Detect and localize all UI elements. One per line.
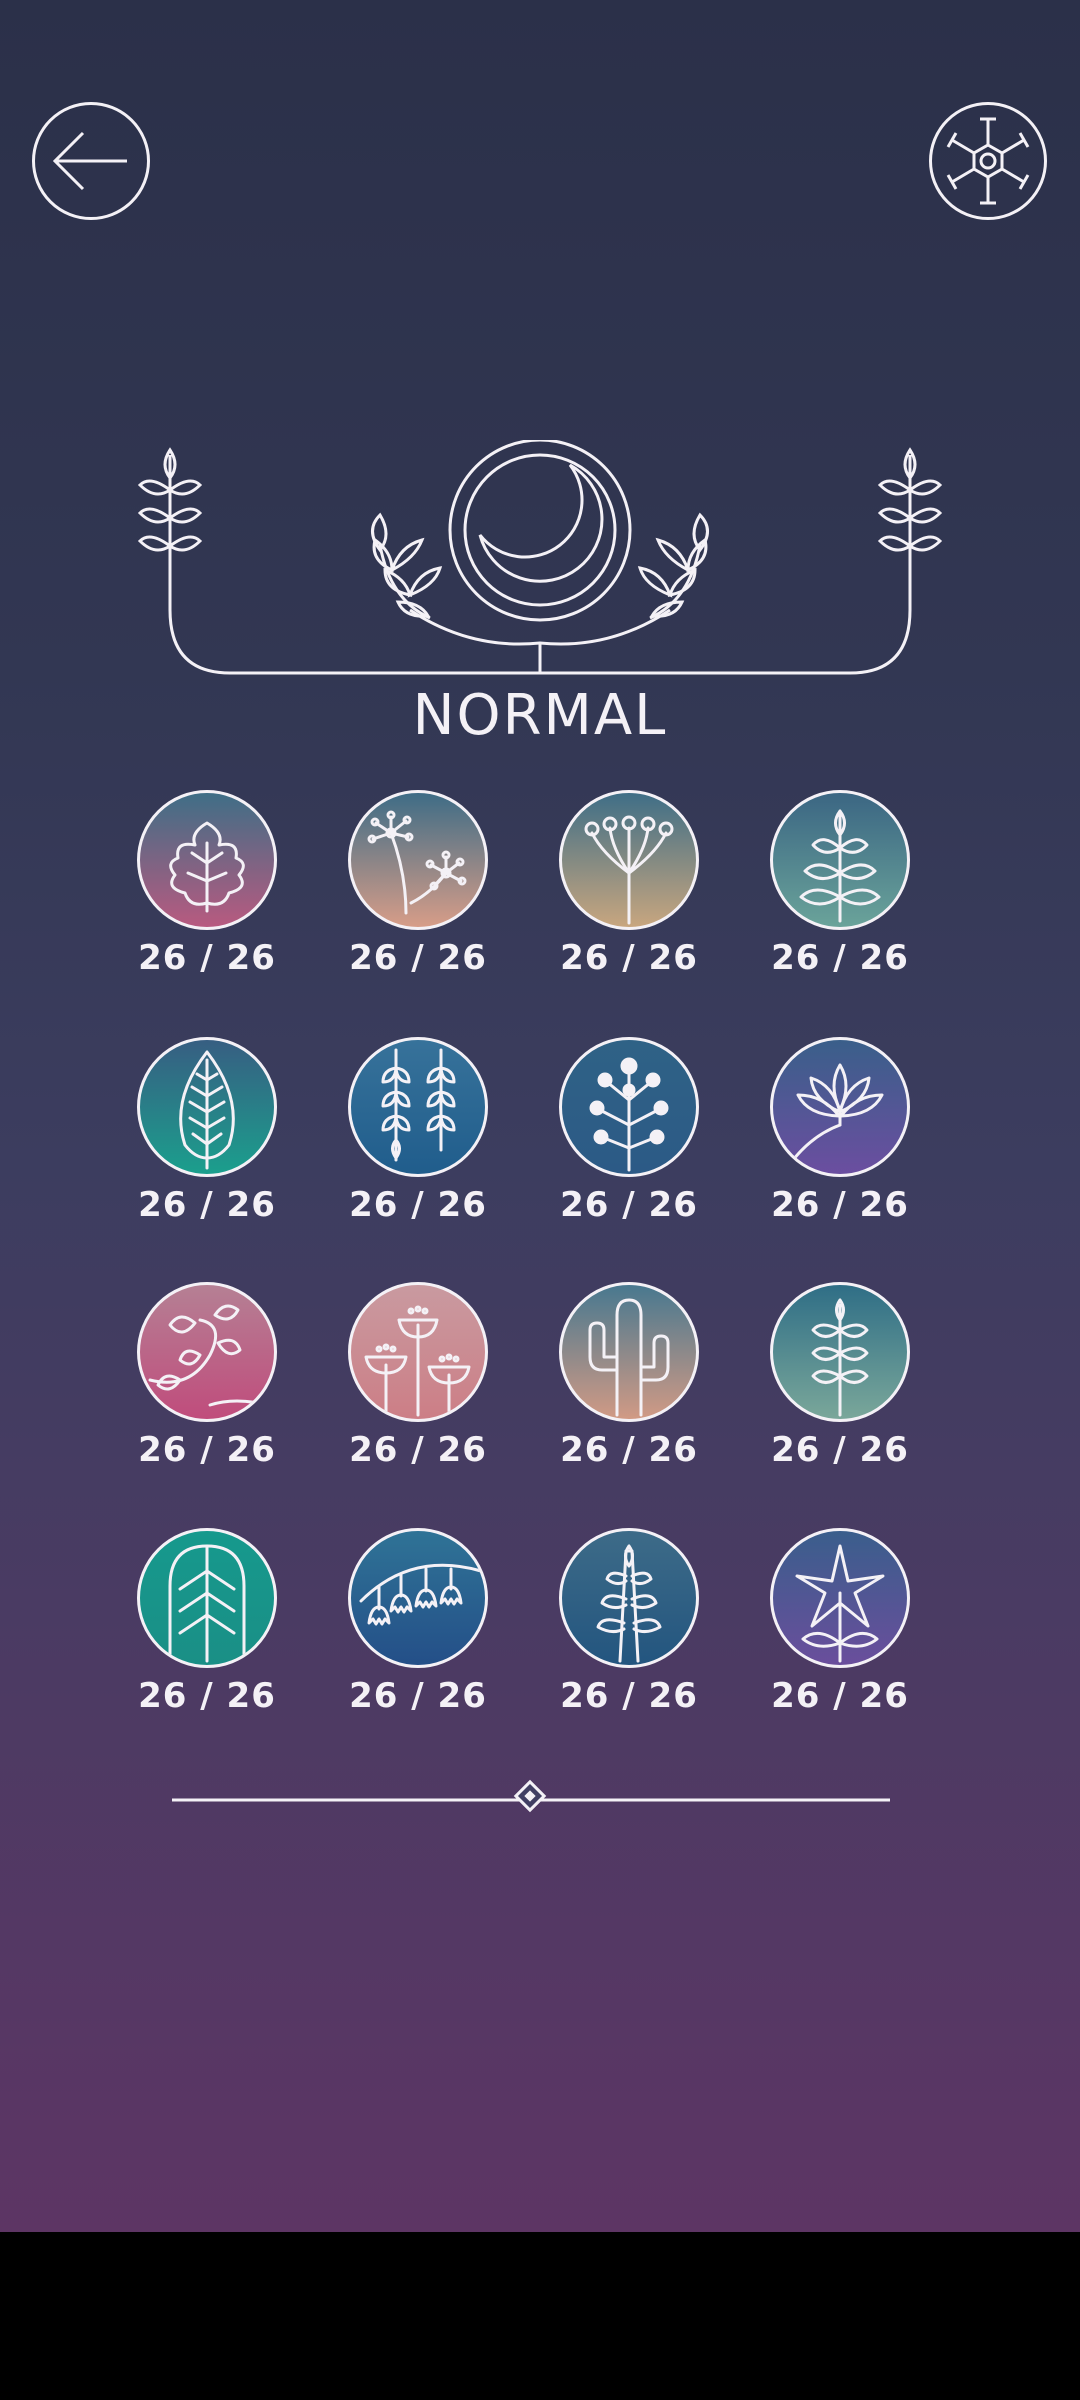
mode-title: NORMAL xyxy=(412,683,668,748)
level-progress-count: 26 / 26 xyxy=(349,1676,487,1716)
lily-of-the-valley-icon xyxy=(359,1563,483,1626)
level-button[interactable]: 26 / 26 xyxy=(770,1528,910,1718)
level-button[interactable]: 26 / 26 xyxy=(348,1037,488,1227)
level-badge xyxy=(137,790,277,930)
level-progress-count: 26 / 26 xyxy=(771,1185,909,1225)
level-button[interactable]: 26 / 26 xyxy=(348,790,488,980)
level-button[interactable]: 26 / 26 xyxy=(770,790,910,980)
arrow-left-icon xyxy=(52,131,127,191)
leaf-veins-icon xyxy=(168,1544,246,1663)
leafy-branch-icon xyxy=(799,809,881,923)
star-flower-icon xyxy=(795,1544,885,1663)
level-button[interactable]: 26 / 26 xyxy=(559,790,699,980)
level-button[interactable]: 26 / 26 xyxy=(559,1037,699,1227)
level-badge xyxy=(559,1037,699,1177)
level-badge xyxy=(137,1282,277,1422)
diamond-divider-icon xyxy=(172,1779,890,1813)
level-progress-count: 26 / 26 xyxy=(138,1185,276,1225)
level-button[interactable]: 26 / 26 xyxy=(770,1282,910,1472)
level-badge xyxy=(770,1282,910,1422)
level-badge xyxy=(559,1528,699,1668)
level-progress-count: 26 / 26 xyxy=(560,1185,698,1225)
level-progress-count: 26 / 26 xyxy=(138,1676,276,1716)
settings-button[interactable] xyxy=(929,102,1047,220)
wheat-stalk-icon xyxy=(811,1298,869,1417)
level-button[interactable]: 26 / 26 xyxy=(137,1282,277,1472)
level-badge xyxy=(770,1528,910,1668)
level-progress-count: 26 / 26 xyxy=(560,1676,698,1716)
level-progress-count: 26 / 26 xyxy=(560,1430,698,1470)
lotus-icon xyxy=(791,1063,884,1162)
wisteria-icon xyxy=(381,1048,456,1162)
umbel-flower-icon xyxy=(584,815,674,925)
level-button[interactable]: 26 / 26 xyxy=(137,1037,277,1227)
tree-branch-icon xyxy=(596,1544,662,1663)
level-button[interactable]: 26 / 26 xyxy=(559,1528,699,1718)
level-progress-count: 26 / 26 xyxy=(349,1185,487,1225)
level-progress-count: 26 / 26 xyxy=(138,1430,276,1470)
level-badge xyxy=(137,1528,277,1668)
level-progress-count: 26 / 26 xyxy=(560,938,698,978)
level-button[interactable]: 26 / 26 xyxy=(137,1528,277,1718)
level-progress-count: 26 / 26 xyxy=(771,1430,909,1470)
ivy-vine-icon xyxy=(148,1304,270,1407)
dandelion-icon xyxy=(367,810,467,915)
level-progress-count: 26 / 26 xyxy=(349,1430,487,1470)
system-navigation-bar xyxy=(0,2232,1080,2400)
level-badge xyxy=(559,1282,699,1422)
level-badge xyxy=(770,790,910,930)
level-select-screen: NORMAL 26 / 26 26 / 26 26 / 26 26 / 26 26 / … xyxy=(0,0,1080,2232)
fern-leaf-icon xyxy=(179,1050,235,1170)
level-badge xyxy=(348,1037,488,1177)
level-badge xyxy=(137,1037,277,1177)
level-badge xyxy=(348,790,488,930)
hexagon-gear-icon xyxy=(946,117,1030,205)
level-progress-count: 26 / 26 xyxy=(138,938,276,978)
level-badge xyxy=(348,1282,488,1422)
bell-flowers-icon xyxy=(364,1305,471,1417)
level-progress-count: 26 / 26 xyxy=(771,1676,909,1716)
level-button[interactable]: 26 / 26 xyxy=(137,790,277,980)
level-button[interactable]: 26 / 26 xyxy=(559,1282,699,1472)
level-badge xyxy=(348,1528,488,1668)
back-button[interactable] xyxy=(32,102,150,220)
level-button[interactable]: 26 / 26 xyxy=(770,1037,910,1227)
oak-leaf-icon xyxy=(169,821,245,913)
cactus-icon xyxy=(588,1298,670,1417)
level-button[interactable]: 26 / 26 xyxy=(348,1528,488,1718)
berry-branch-icon xyxy=(589,1057,669,1172)
crescent-moon-laurel-icon xyxy=(137,440,943,675)
level-badge xyxy=(770,1037,910,1177)
level-progress-count: 26 / 26 xyxy=(349,938,487,978)
level-button[interactable]: 26 / 26 xyxy=(348,1282,488,1472)
level-badge xyxy=(559,790,699,930)
level-progress-count: 26 / 26 xyxy=(771,938,909,978)
